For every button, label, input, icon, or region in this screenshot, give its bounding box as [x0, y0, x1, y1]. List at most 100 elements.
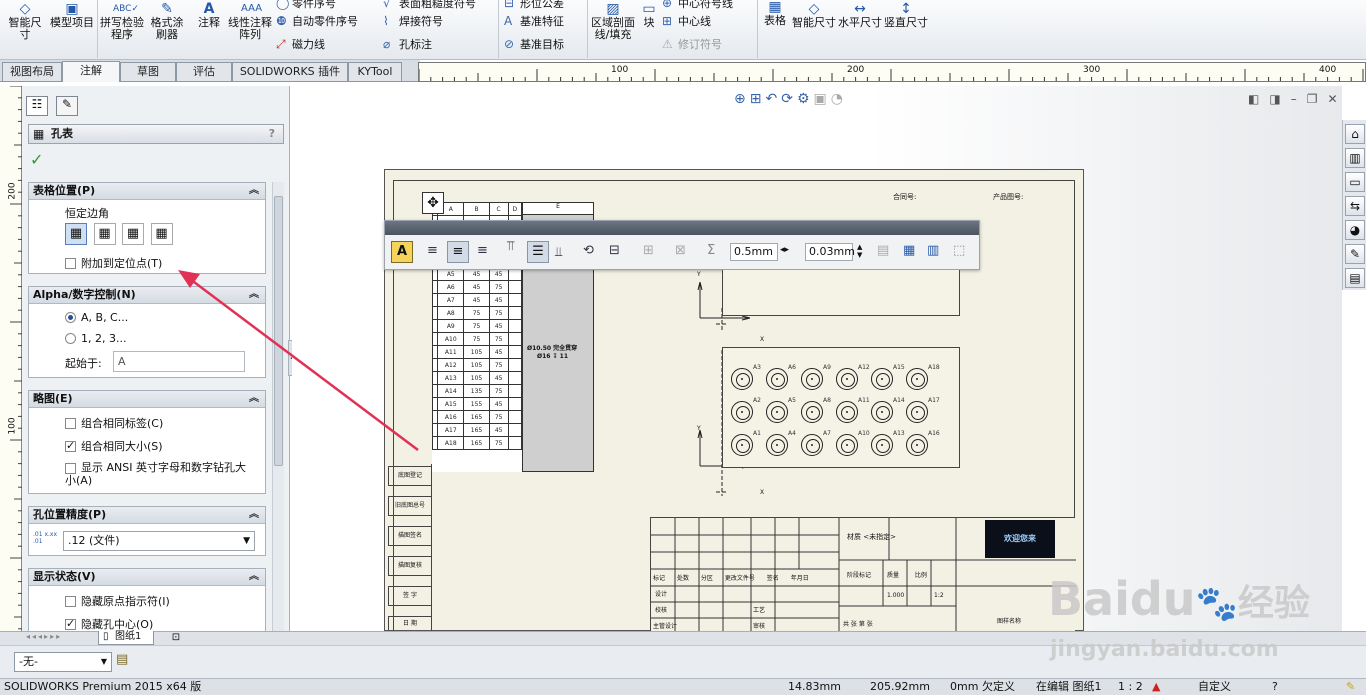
section-header[interactable]: 孔位置精度(P) ︽	[29, 507, 265, 524]
chevron-down-icon[interactable]: ▼	[101, 653, 107, 671]
combine-sizes-checkbox[interactable]: 组合相同大小(S)	[65, 438, 163, 454]
restore-icon[interactable]: ❐	[1307, 92, 1328, 106]
merge-cells-icon[interactable]: ⊞	[643, 243, 654, 258]
drawing-view-top[interactable]	[722, 270, 960, 316]
ok-checkmark-icon[interactable]: ✓	[30, 150, 43, 169]
zoom-fit-icon[interactable]: ⊕	[734, 91, 750, 107]
previous-view-icon[interactable]: ↶	[765, 91, 781, 107]
view-palette-icon[interactable]: ⇆	[1345, 196, 1365, 216]
radio-numeric[interactable]: 1, 2, 3...	[65, 332, 126, 345]
smart-dimension-button[interactable]: ◇ 智能尺寸	[4, 2, 46, 41]
vertical-dimension-button[interactable]: ↕ 竖直尺寸	[884, 2, 928, 29]
checkbox-icon[interactable]	[65, 258, 76, 269]
spell-check-button[interactable]: ABC✓ 拼写检验程序	[100, 2, 144, 41]
sheet-nav-arrows-icon[interactable]: ◂◂◂▸▸▸	[26, 632, 62, 641]
toolbar-titlebar[interactable]	[385, 221, 979, 235]
drawing-view-holes[interactable]: A3 A6 A9 A12 A15 A18 A2 A5 A8 A11 A14 A17 A1 A4 A7 A10 A…	[722, 347, 960, 468]
tab-annotation[interactable]: 注解	[62, 61, 120, 82]
appearance-icon[interactable]: ◔	[831, 91, 847, 107]
revision-symbol-button[interactable]: ⚠ 修订符号	[662, 37, 722, 52]
layer-icon[interactable]: ▤	[877, 243, 889, 258]
move-table-handle-icon[interactable]: ✥	[422, 192, 444, 214]
chevron-down-icon[interactable]: ▼	[243, 532, 250, 550]
rotate-text-icon[interactable]: ⟲	[583, 243, 594, 258]
home-icon[interactable]: ⌂	[1345, 124, 1365, 144]
checkbox-icon[interactable]	[65, 596, 76, 607]
hole-callout-button[interactable]: ⌀ 孔标注	[383, 37, 432, 52]
cell-padding-horizontal-input[interactable]: 0.5mm	[730, 243, 778, 261]
spin-updown-icon[interactable]: ▲ ▼	[857, 243, 862, 259]
custom-properties-icon[interactable]: ✎	[1345, 244, 1365, 264]
tab-solidworks-addins[interactable]: SOLIDWORKS 插件	[232, 62, 348, 81]
magnetic-line-button[interactable]: ⤢ 磁力线	[276, 37, 325, 52]
datum-feature-button[interactable]: A 基准特征	[504, 14, 564, 29]
align-bottom-icon[interactable]: ⫫	[555, 245, 562, 260]
area-hatch-button[interactable]: ▨ 区域剖面线/填充	[590, 2, 636, 41]
unmerge-cells-icon[interactable]: ⊠	[675, 243, 686, 258]
balloon-button[interactable]: ◯ 零件序号	[276, 0, 336, 11]
align-top-icon[interactable]: ⫪	[507, 239, 514, 254]
design-library-icon[interactable]: ▥	[1345, 148, 1365, 168]
collapse-icon[interactable]: ︽	[249, 569, 259, 585]
minimize-icon[interactable]: –	[1291, 92, 1307, 106]
table-border-icon[interactable]: ▥	[927, 243, 939, 258]
tooltips-icon[interactable]: ?	[1272, 679, 1278, 695]
table-properties-icon[interactable]: ⬚	[953, 243, 965, 258]
anchor-top-right-icon[interactable]: ▦	[93, 223, 116, 245]
display-style-icon[interactable]: ▣	[814, 91, 831, 107]
section-header[interactable]: 显示状态(V) ︽	[29, 569, 265, 586]
centerline-button[interactable]: ⊞ 中心线	[662, 14, 711, 29]
section-header[interactable]: 表格位置(P) ︽	[29, 183, 265, 200]
combine-tags-checkbox[interactable]: 组合相同标签(C)	[65, 415, 163, 431]
block-button[interactable]: ▭ 块	[638, 2, 660, 29]
table-format-icon[interactable]: ▦	[903, 243, 915, 258]
add-sheet-icon[interactable]: ⊡	[164, 632, 188, 644]
align-center-icon[interactable]: ≡	[447, 241, 469, 263]
unit-system[interactable]: 自定义	[1198, 679, 1231, 695]
layer-properties-icon[interactable]: ▤	[116, 652, 128, 667]
table-button[interactable]: ▦ 表格	[760, 0, 790, 27]
anchor-bottom-right-icon[interactable]: ▦	[150, 223, 173, 245]
ansi-sizes-checkbox[interactable]: 显示 ANSI 英寸字母和数字钻孔大小(A)	[65, 461, 251, 487]
anchor-bottom-left-icon[interactable]: ▦	[122, 223, 144, 245]
format-painter-button[interactable]: ✎ 格式涂刷器	[146, 2, 188, 41]
property-tab-icon[interactable]: ✎	[56, 96, 78, 116]
note-button[interactable]: A 注释	[192, 2, 226, 29]
anchor-top-left-icon[interactable]: ▦	[65, 223, 87, 245]
view-settings-icon[interactable]: ⚙	[797, 91, 814, 107]
radio-alpha[interactable]: A, B, C...	[65, 311, 128, 324]
sum-icon[interactable]: Σ	[707, 243, 715, 258]
radio-icon[interactable]	[65, 333, 76, 344]
hide-hole-centers-checkbox[interactable]: 隐藏孔中心(O)	[65, 616, 153, 631]
datum-target-button[interactable]: ⊘ 基准目标	[504, 37, 564, 52]
file-explorer-icon[interactable]: ▭	[1345, 172, 1365, 192]
model-items-button[interactable]: ▣ 模型项目	[50, 2, 94, 29]
radio-icon[interactable]	[65, 312, 76, 323]
collapse-icon[interactable]: ︽	[249, 507, 259, 523]
feature-tree-tab-icon[interactable]: ☷	[26, 96, 48, 116]
tab-evaluate[interactable]: 评估	[176, 62, 232, 81]
rebuild-status-icon[interactable]: ▲	[1152, 679, 1160, 695]
surface-finish-button[interactable]: √ 表面粗糙度符号	[383, 0, 476, 11]
appearances-icon[interactable]: ◕	[1345, 220, 1365, 240]
center-mark-button[interactable]: ⊕ 中心符号线	[662, 0, 733, 11]
zoom-area-icon[interactable]: ⊞	[750, 91, 766, 107]
align-middle-icon[interactable]: ☰	[527, 241, 549, 263]
align-left-icon[interactable]: ≡	[427, 243, 438, 258]
forum-icon[interactable]: ▤	[1345, 268, 1365, 288]
attach-anchor-checkbox[interactable]: 附加到定位点(T)	[65, 255, 162, 271]
auto-balloon-button[interactable]: ❿ 自动零件序号	[276, 14, 358, 29]
cell-padding-vertical-input[interactable]: 0.03mm	[805, 243, 855, 261]
smart-dimension-button-2[interactable]: ◇ 智能尺寸	[792, 2, 836, 29]
hide-origin-checkbox[interactable]: 隐藏原点指示符(I)	[65, 593, 170, 609]
tab-sketch[interactable]: 草图	[120, 62, 176, 81]
sheet-tab-1[interactable]: ▯ 图纸1	[98, 631, 154, 645]
help-icon[interactable]: ?	[269, 125, 275, 143]
checkbox-icon[interactable]	[65, 439, 76, 452]
checkbox-icon[interactable]	[65, 418, 76, 429]
collapse-icon[interactable]: ︽	[249, 183, 259, 199]
checkbox-icon[interactable]	[65, 617, 76, 630]
weld-symbol-button[interactable]: ⌇ 焊接符号	[383, 14, 443, 29]
layer-select[interactable]: -无- ▼	[14, 652, 112, 672]
rebuild-icon[interactable]: ⟳	[781, 91, 797, 107]
